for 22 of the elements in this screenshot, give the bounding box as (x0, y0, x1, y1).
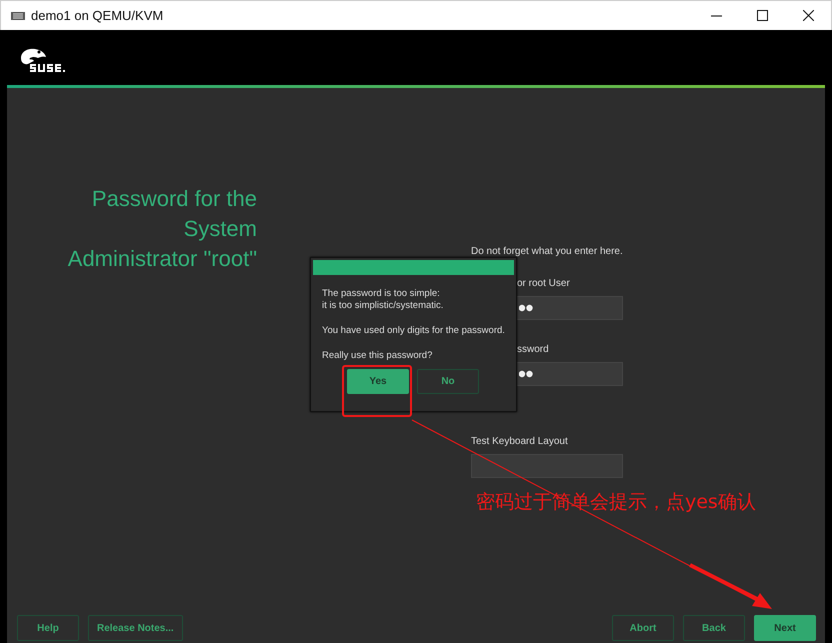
footer-button[interactable]: Back (683, 615, 745, 641)
highlight-box (342, 365, 412, 417)
dialog-message: The password is too simple: it is too simplistic/systematic. (322, 288, 444, 312)
field-label: or root User (516, 278, 571, 291)
field-label: Test Keyboard Layout (471, 436, 569, 449)
input-field[interactable] (471, 454, 623, 478)
field-label: ssword (516, 344, 550, 357)
yes-button[interactable]: Yes (347, 369, 409, 394)
annotation-text: 密码过于简单会提示，点yes确认 (476, 490, 756, 515)
dialog-message: You have used only digits for the password. (322, 325, 506, 337)
app-icon (11, 10, 25, 20)
footer-button[interactable]: Next (754, 615, 816, 641)
page-title: Password for the System Administrator "root" (66, 185, 257, 273)
hint-text: Do not forget what you enter here. (471, 246, 623, 257)
dialog-message: Really use this password? (322, 350, 434, 362)
footer-button[interactable]: Abort (612, 615, 674, 641)
footer-button[interactable]: Help (17, 615, 79, 641)
password-dots-icon (517, 303, 535, 313)
footer-button[interactable]: Release Notes... (88, 615, 183, 641)
password-dots-icon (517, 369, 535, 379)
no-button[interactable]: No (417, 369, 479, 394)
window-title: demo1 on QEMU/KVM (31, 8, 164, 23)
